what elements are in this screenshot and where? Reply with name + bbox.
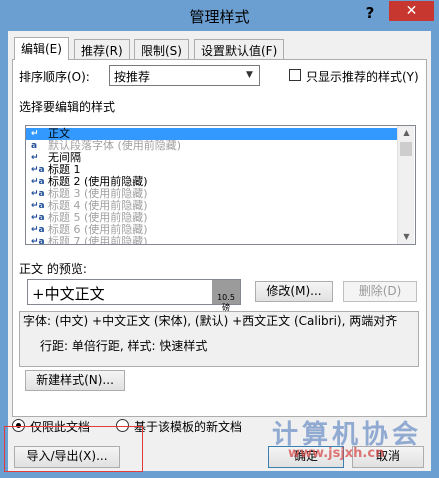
sort-order-value: 按推荐 [114, 70, 151, 84]
import-export-highlight [4, 426, 143, 472]
style-list[interactable]: ↵ 正文 a 默认段落字体 (使用前隐藏) ↵ 无间隔 ↵a 标题 1 ↵a 标… [25, 125, 416, 245]
preview-label: 正文 的预览: [19, 262, 87, 276]
ok-button[interactable]: 确定 [268, 446, 344, 468]
preview-text: +中文正文 [32, 285, 105, 303]
sort-order-label: 排序顺序(O): [19, 70, 90, 84]
scroll-up-icon[interactable]: ▲ [398, 126, 415, 140]
style-list-scrollbar[interactable]: ▲ ▼ [397, 126, 414, 244]
style-list-label: 选择要编辑的样式 [19, 100, 116, 114]
modify-button[interactable]: 修改(M)... [255, 281, 333, 302]
tab-restrict[interactable]: 限制(S) [134, 39, 189, 59]
tab-recommend[interactable]: 推荐(R) [74, 39, 130, 59]
tab-panel-edit: 排序顺序(O): 按推荐 ▼ 只显示推荐的样式(Y) 选择要编辑的样式 ↵ 正文… [12, 59, 427, 417]
recommended-only-label[interactable]: 只显示推荐的样式(Y) [306, 68, 419, 85]
description-font: 字体: (中文) +中文正文 (宋体), (默认) +西文正文 (Calibri… [23, 314, 398, 328]
cancel-button[interactable]: 取消 [352, 446, 424, 468]
new-style-button[interactable]: 新建样式(N)... [25, 370, 125, 391]
chevron-down-icon[interactable]: ▼ [242, 68, 257, 83]
style-preview: +中文正文 10.5 磅 [27, 279, 241, 312]
scope-template-label[interactable]: 基于该模板的新文档 [134, 418, 242, 435]
list-item-style-default-font[interactable]: a 默认段落字体 (使用前隐藏) [26, 140, 397, 152]
tab-set-defaults[interactable]: 设置默认值(F) [194, 39, 285, 59]
tab-edit[interactable]: 编辑(E) [14, 37, 69, 60]
list-item-style-heading-7[interactable]: ↵a 标题 7 (使用前隐藏) [26, 236, 397, 245]
scroll-down-icon[interactable]: ▼ [398, 230, 415, 244]
list-item-style-no-spacing[interactable]: ↵ 无间隔 [26, 152, 397, 164]
paragraph-style-icon: ↵ [31, 129, 39, 139]
linked-style-icon: ↵a [31, 189, 45, 199]
manage-styles-dialog: 管理样式 ? ✕ 编辑(E) 推荐(R) 限制(S) 设置默认值(F) 排序顺序… [0, 0, 439, 478]
character-style-icon: a [31, 141, 38, 151]
linked-style-icon: ↵a [31, 201, 45, 211]
sort-order-select[interactable]: 按推荐 ▼ [109, 65, 260, 86]
close-button[interactable]: ✕ [389, 1, 434, 21]
scroll-thumb[interactable] [400, 142, 412, 156]
preview-font-size: 10.5 磅 [212, 280, 240, 312]
delete-button[interactable]: 删除(D) [343, 281, 417, 302]
linked-style-icon: ↵a [31, 165, 45, 175]
linked-style-icon: ↵a [31, 237, 45, 245]
title-bar[interactable]: 管理样式 ? ✕ [0, 0, 439, 31]
linked-style-icon: ↵a [31, 225, 45, 235]
style-description: 字体: (中文) +中文正文 (宋体), (默认) +西文正文 (Calibri… [19, 311, 419, 367]
linked-style-icon: ↵a [31, 177, 45, 187]
linked-style-icon: ↵a [31, 213, 45, 223]
dialog-body: 编辑(E) 推荐(R) 限制(S) 设置默认值(F) 排序顺序(O): 按推荐 … [8, 31, 431, 471]
help-button[interactable]: ? [356, 3, 384, 23]
recommended-only-checkbox[interactable] [289, 69, 301, 81]
paragraph-style-icon: ↵ [31, 153, 39, 163]
description-spacing: 行距: 单倍行距, 样式: 快速样式 [40, 339, 208, 353]
